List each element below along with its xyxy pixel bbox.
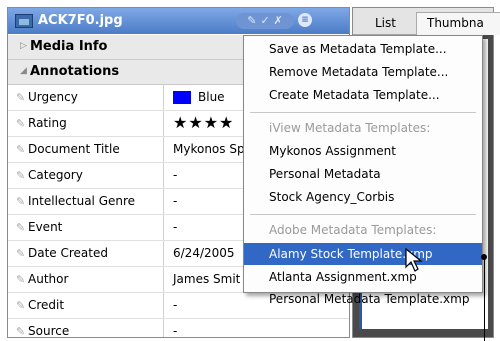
image-thumbnail-icon — [15, 14, 33, 28]
menu-item-remove-template[interactable]: Remove Metadata Template... — [244, 61, 482, 83]
edit-pencil-icon: ✎ — [16, 169, 26, 182]
menu-separator — [250, 214, 476, 215]
app-window: ACK7F0.jpg ✎ ✓ ✗ ≡ ▷ Media Info ◢ Annotat… — [0, 0, 500, 341]
menu-item-create-template[interactable]: Create Metadata Template... — [244, 84, 482, 106]
menu-item-atlanta-assignment[interactable]: Atlanta Assignment.xmp — [244, 266, 482, 288]
field-value-text: 6/24/2005 — [173, 246, 235, 260]
mouse-pointer-icon — [405, 247, 423, 272]
file-name: ACK7F0.jpg — [38, 13, 123, 28]
edit-pencil-icon: ✎ — [16, 221, 26, 234]
menu-item-alamy-stock-template[interactable]: Alamy Stock Template.xmp — [244, 243, 482, 265]
field-label: Intellectual Genre — [28, 194, 136, 208]
field-value-text: - — [173, 168, 178, 182]
rating-stars[interactable]: ★★★★ — [173, 113, 234, 132]
menu-item-save-template[interactable]: Save as Metadata Template... — [244, 38, 482, 60]
field-value-text: - — [173, 220, 178, 234]
menu-item-label: Remove Metadata Template... — [269, 65, 449, 79]
panel-titlebar: ACK7F0.jpg ✎ ✓ ✗ ≡ — [8, 8, 349, 34]
edit-pencil-icon: ✎ — [16, 195, 26, 208]
field-label: Event — [28, 220, 63, 234]
menu-header-iview: iView Metadata Templates: — [244, 117, 482, 139]
field-label: Document Title — [28, 142, 120, 156]
urgency-color-swatch — [173, 91, 191, 104]
field-value-text: James Smit — [173, 272, 241, 286]
edit-pencil-icon: ✎ — [16, 91, 26, 104]
field-label: Date Created — [28, 246, 108, 260]
edit-pencil-icon: ✎ — [16, 247, 26, 260]
menu-header-label: Adobe Metadata Templates: — [269, 223, 437, 237]
field-label: Credit — [28, 298, 65, 312]
menu-item-label: Atlanta Assignment.xmp — [269, 270, 417, 284]
field-value-text: - — [173, 298, 178, 312]
menu-item-label: Save as Metadata Template... — [269, 42, 447, 56]
menu-item-personal-metadata-template[interactable]: Personal Metadata Template.xmp — [244, 288, 482, 310]
apply-cancel-icons[interactable]: ✓ ✗ — [260, 14, 282, 27]
metadata-template-menu: Save as Metadata Template... Remove Meta… — [243, 35, 483, 306]
field-value[interactable]: - — [163, 319, 349, 338]
panel-menu-icon[interactable]: ≡ — [298, 13, 312, 27]
view-tabs: List Thumbna — [353, 8, 500, 35]
menu-item-mykonos-assignment[interactable]: Mykonos Assignment — [244, 140, 482, 162]
edit-pencil-icon: ✎ — [16, 325, 26, 338]
menu-separator — [250, 112, 476, 113]
field-label: Urgency — [28, 90, 78, 104]
field-label: Rating — [28, 116, 67, 130]
field-value-text: - — [173, 324, 178, 338]
section-label: Annotations — [30, 64, 120, 79]
edit-pencil-icon: ✎ — [16, 143, 26, 156]
field-value-text: - — [173, 194, 178, 208]
disclosure-down-icon[interactable]: ◢ — [20, 66, 27, 76]
menu-item-personal-metadata[interactable]: Personal Metadata — [244, 163, 482, 185]
menu-item-label: Stock Agency_Corbis — [269, 190, 395, 204]
menu-item-label: Mykonos Assignment — [269, 144, 396, 158]
edit-pencil-icon: ✎ — [16, 273, 26, 286]
field-label: Source — [28, 324, 70, 338]
edit-pencil-icon: ✎ — [16, 299, 26, 312]
callout-line — [484, 257, 485, 341]
tab-thumbnails[interactable]: Thumbna — [416, 12, 500, 35]
field-label: Author — [28, 272, 69, 286]
field-value-text: Blue — [198, 90, 225, 104]
menu-item-label: Personal Metadata Template.xmp — [269, 292, 470, 306]
menu-item-label: Personal Metadata — [269, 167, 381, 181]
edit-pencil-icon: ✎ — [16, 117, 26, 130]
field-row-source[interactable]: ✎ Source - — [8, 319, 349, 338]
field-label: Category — [28, 168, 83, 182]
menu-item-label: Create Metadata Template... — [269, 88, 440, 102]
edit-tools[interactable]: ✎ ✓ ✗ — [236, 13, 294, 29]
field-value-text: Mykonos Sp — [173, 142, 245, 156]
menu-header-label: iView Metadata Templates: — [269, 121, 431, 135]
pencil-icon[interactable]: ✎ — [247, 14, 256, 27]
menu-item-stock-agency-corbis[interactable]: Stock Agency_Corbis — [244, 186, 482, 208]
section-label: Media Info — [30, 39, 108, 54]
menu-header-adobe: Adobe Metadata Templates: — [244, 219, 482, 241]
tab-list[interactable]: List — [375, 16, 396, 30]
disclosure-right-icon[interactable]: ▷ — [20, 41, 27, 51]
